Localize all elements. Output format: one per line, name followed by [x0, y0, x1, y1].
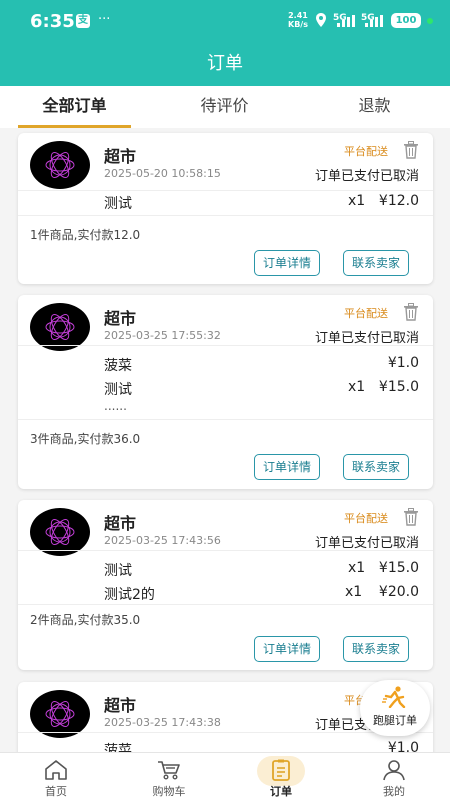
errand-order-label: 跑腿订单 — [373, 714, 417, 727]
order-status: 订单已支付已取消 — [314, 331, 419, 346]
page-title: 订单 — [0, 42, 450, 86]
order-detail-button[interactable]: 订单详情 — [254, 454, 321, 480]
item-qty: x1 — [348, 193, 366, 209]
divider — [18, 215, 433, 216]
more-items-ellipsis: ...... — [104, 399, 127, 413]
tab-active-indicator — [18, 125, 131, 128]
home-icon — [45, 760, 67, 780]
item-name: 测试 — [104, 382, 132, 398]
order-time: 2025-03-25 17:55:32 — [104, 329, 221, 342]
order-card[interactable]: 超市 2025-03-25 17:43:56 平台配送 订单已支付已取消 测试 … — [18, 500, 433, 670]
store-name: 超市 — [104, 309, 137, 328]
trash-icon[interactable] — [403, 303, 419, 321]
item-name: 测试 — [104, 563, 132, 579]
contact-seller-button[interactable]: 联系卖家 — [343, 636, 410, 662]
item-price: ¥1.0 — [387, 355, 419, 371]
nav-profile[interactable]: 我的 — [354, 753, 434, 800]
user-icon — [383, 760, 405, 781]
location-icon — [316, 13, 326, 27]
store-avatar — [30, 690, 90, 738]
cart-icon — [158, 761, 180, 780]
item-price: ¥15.0 — [378, 560, 419, 576]
nav-label: 购物车 — [152, 785, 186, 798]
item-name: 测试 — [104, 196, 132, 212]
contact-seller-button[interactable]: 联系卖家 — [343, 454, 410, 480]
order-time: 2025-05-20 10:58:15 — [104, 167, 221, 180]
status-bar: 6:35 支 ··· 2.41 KB/s 5G 5G 100 — [0, 0, 450, 42]
divider — [18, 345, 433, 346]
bottom-nav: 首页 购物车 订单 我的 — [0, 752, 450, 800]
divider — [18, 732, 433, 733]
item-name: 测试2的 — [104, 587, 155, 603]
order-status: 订单已支付已取消 — [314, 536, 419, 551]
status-dot — [427, 18, 433, 24]
delivery-badge: 平台配送 — [344, 512, 388, 525]
tab-refund[interactable]: 退款 — [318, 86, 431, 128]
item-price: ¥20.0 — [378, 584, 419, 600]
item-price: ¥12.0 — [378, 193, 419, 209]
tab-label: 退款 — [358, 96, 391, 115]
store-avatar — [30, 141, 90, 189]
more-notifications-icon: ··· — [98, 12, 111, 27]
network-speed: 2.41 KB/s — [288, 11, 308, 29]
order-detail-button[interactable]: 订单详情 — [254, 636, 321, 662]
divider — [18, 190, 433, 191]
order-summary: 2件商品,实付款35.0 — [30, 613, 141, 627]
order-detail-button[interactable]: 订单详情 — [254, 250, 321, 276]
errand-order-button[interactable]: 跑腿订单 — [360, 680, 430, 736]
order-list-icon — [272, 759, 290, 781]
nav-orders[interactable]: 订单 — [241, 753, 321, 800]
item-qty: x1 — [345, 584, 363, 600]
item-qty: x1 — [348, 560, 366, 576]
nav-cart[interactable]: 购物车 — [129, 753, 209, 800]
signal-bars-1-icon — [337, 15, 355, 27]
tab-label: 全部订单 — [42, 96, 107, 115]
trash-icon[interactable] — [403, 141, 419, 159]
item-name: 菠菜 — [104, 358, 132, 374]
item-price: ¥15.0 — [378, 379, 419, 395]
divider — [18, 419, 433, 420]
delivery-badge: 平台配送 — [344, 307, 388, 320]
battery-icon: 100 — [391, 13, 421, 28]
nav-home[interactable]: 首页 — [16, 753, 96, 800]
store-name: 超市 — [104, 696, 137, 715]
nav-label: 首页 — [45, 785, 67, 798]
order-time: 2025-03-25 17:43:56 — [104, 534, 221, 547]
store-avatar — [30, 303, 90, 351]
divider — [18, 604, 433, 605]
tab-bar: 全部订单 待评价 退款 — [0, 86, 450, 128]
signal-bars-2-icon — [365, 15, 383, 27]
order-time: 2025-03-25 17:43:38 — [104, 716, 221, 729]
running-man-icon — [382, 686, 406, 708]
order-status: 订单已支付已取消 — [314, 169, 419, 184]
trash-icon[interactable] — [403, 508, 419, 526]
item-qty: x1 — [348, 379, 366, 395]
contact-seller-button[interactable]: 联系卖家 — [343, 250, 410, 276]
order-card[interactable]: 超市 2025-03-25 17:55:32 平台配送 订单已支付已取消 菠菜 … — [18, 295, 433, 489]
order-card[interactable]: 超市 2025-05-20 10:58:15 平台配送 订单已支付已取消 测试 … — [18, 133, 433, 284]
tab-all-orders[interactable]: 全部订单 — [18, 86, 131, 128]
nav-label: 订单 — [270, 785, 292, 798]
delivery-badge: 平台配送 — [344, 145, 388, 158]
nav-label: 我的 — [383, 785, 405, 798]
order-summary: 1件商品,实付款12.0 — [30, 228, 141, 242]
tab-pending-review[interactable]: 待评价 — [168, 86, 281, 128]
tab-label: 待评价 — [200, 96, 249, 115]
alipay-icon: 支 — [76, 14, 90, 28]
order-summary: 3件商品,实付款36.0 — [30, 432, 141, 446]
store-name: 超市 — [104, 514, 137, 533]
status-time: 6:35 — [30, 11, 75, 32]
divider — [18, 550, 433, 551]
store-avatar — [30, 508, 90, 556]
store-name: 超市 — [104, 147, 137, 166]
